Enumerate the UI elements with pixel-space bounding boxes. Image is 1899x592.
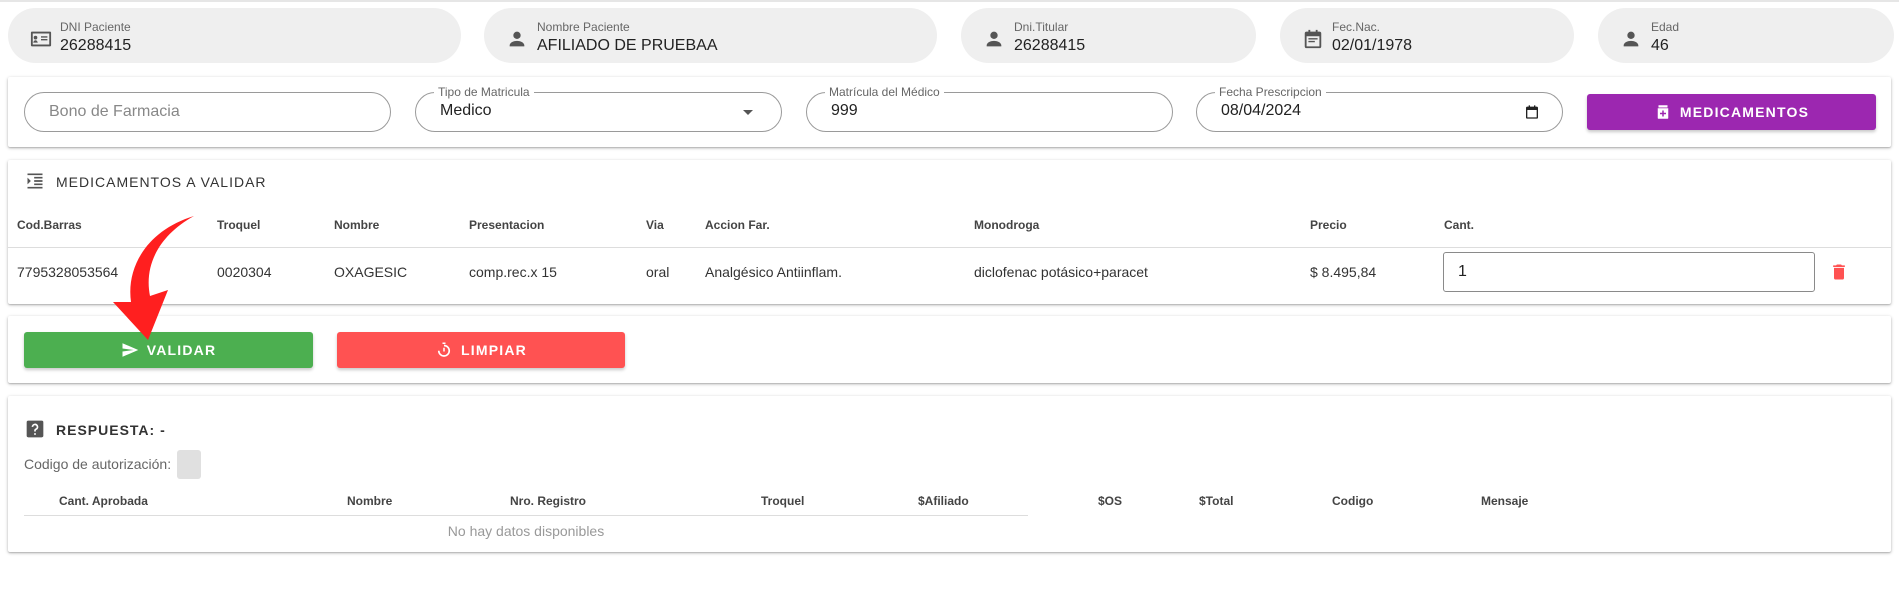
fec-nac-value: 02/01/1978 [1332, 37, 1413, 54]
top-divider [0, 0, 1899, 2]
col-nro-registro: Nro. Registro [510, 494, 587, 508]
empty-state-text: No hay datos disponibles [447, 523, 605, 539]
col-codigo: Codigo [1332, 494, 1374, 508]
list-indent-icon [27, 173, 43, 189]
cell-monodroga: diclofenac potásico+paracet [974, 264, 1148, 280]
chevron-down-icon[interactable] [743, 110, 753, 115]
dni-titular-pill: Dni.Titular 26288415 [961, 8, 1256, 63]
respuesta-title: RESPUESTA: - [56, 422, 166, 438]
col-afiliado: $Afiliado [918, 494, 969, 508]
tipo-matricula-select[interactable]: Tipo de Matricula Medico [415, 85, 782, 132]
cell-presentacion: comp.rec.x 15 [469, 264, 557, 280]
col-mensaje: Mensaje [1481, 494, 1529, 508]
person-icon [986, 31, 1002, 47]
nombre-paciente-pill: Nombre Paciente AFILIADO DE PRUEBAA [484, 8, 937, 63]
edad-pill: Edad 46 [1598, 8, 1894, 63]
dni-paciente-pill: DNI Paciente 26288415 [8, 8, 461, 63]
col-troquel: Troquel [217, 218, 261, 232]
limpiar-button-label: LIMPIAR [461, 342, 527, 358]
codigo-autorizacion-chip [177, 450, 201, 479]
fec-nac-pill: Fec.Nac. 02/01/1978 [1280, 8, 1574, 63]
col-cod-barras: Cod.Barras [17, 218, 82, 232]
col-presentacion: Presentacion [469, 218, 545, 232]
medicamentos-title: MEDICAMENTOS A VALIDAR [56, 174, 267, 190]
medicamentos-button-label: MEDICAMENTOS [1679, 104, 1810, 120]
cell-troquel: 0020304 [217, 264, 272, 280]
bono-farmacia-placeholder: Bono de Farmacia [49, 103, 180, 120]
dni-titular-value: 26288415 [1014, 37, 1086, 54]
col-total: $Total [1199, 494, 1234, 508]
col-monodroga: Monodroga [974, 218, 1040, 232]
timer-reset-icon [437, 342, 451, 357]
col-accion-far: Accion Far. [705, 218, 770, 232]
calendar-icon[interactable] [1524, 104, 1540, 120]
respuesta-header-divider [24, 515, 1028, 516]
fecha-prescripcion-label: Fecha Prescripcion [1215, 85, 1326, 99]
cell-accion-far: Analgésico Antiinflam. [705, 264, 842, 280]
col-os: $OS [1098, 494, 1123, 508]
id-card-icon [30, 31, 52, 47]
col-cant: Cant. [1444, 218, 1474, 232]
fec-nac-label: Fec.Nac. [1332, 20, 1381, 34]
edad-label: Edad [1651, 20, 1680, 34]
codigo-autorizacion-label: Codigo de autorización: [24, 456, 172, 472]
fecha-prescripcion-value: 08/04/2024 [1221, 102, 1302, 119]
nombre-paciente-label: Nombre Paciente [537, 20, 630, 34]
delete-icon[interactable] [1829, 262, 1849, 282]
nombre-paciente-value: AFILIADO DE PRUEBAA [537, 37, 718, 54]
validar-button-label: VALIDAR [146, 342, 217, 358]
matricula-medico-value: 999 [831, 102, 858, 119]
fecha-prescripcion-input[interactable]: Fecha Prescripcion 08/04/2024 [1196, 85, 1563, 132]
dni-paciente-value: 26288415 [60, 37, 132, 54]
send-icon [122, 343, 138, 357]
edad-value: 46 [1651, 37, 1669, 54]
cell-precio: $ 8.495,84 [1310, 264, 1377, 280]
calendar-icon [1304, 29, 1322, 49]
person-icon [509, 31, 525, 47]
person-icon [1623, 31, 1639, 47]
tipo-matricula-value: Medico [440, 102, 492, 119]
col-cant-aprobada: Cant. Aprobada [59, 494, 148, 508]
dni-titular-label: Dni.Titular [1014, 20, 1069, 34]
cell-via: oral [646, 264, 670, 280]
matricula-medico-input[interactable]: Matrícula del Médico 999 [806, 85, 1173, 132]
validar-button[interactable]: VALIDAR [24, 332, 313, 368]
help-icon [26, 420, 44, 438]
matricula-medico-label: Matrícula del Médico [825, 85, 944, 99]
col-nombre: Nombre [334, 218, 380, 232]
cell-nombre: OXAGESIC [334, 264, 408, 280]
tipo-matricula-label: Tipo de Matricula [434, 85, 534, 99]
cantidad-input[interactable]: 1 [1443, 252, 1815, 292]
cantidad-value: 1 [1458, 263, 1467, 280]
col-resp-troquel: Troquel [761, 494, 805, 508]
col-resp-nombre: Nombre [347, 494, 393, 508]
col-via: Via [646, 218, 664, 232]
cell-cod-barras: 7795328053564 [17, 264, 119, 280]
table-header-divider [8, 247, 1891, 248]
col-precio: Precio [1310, 218, 1347, 232]
medication-icon [1657, 105, 1669, 119]
bono-farmacia-input[interactable]: Bono de Farmacia [24, 92, 391, 132]
medicamentos-button[interactable]: MEDICAMENTOS [1587, 94, 1876, 130]
limpiar-button[interactable]: LIMPIAR [337, 332, 625, 368]
dni-paciente-label: DNI Paciente [60, 20, 131, 34]
